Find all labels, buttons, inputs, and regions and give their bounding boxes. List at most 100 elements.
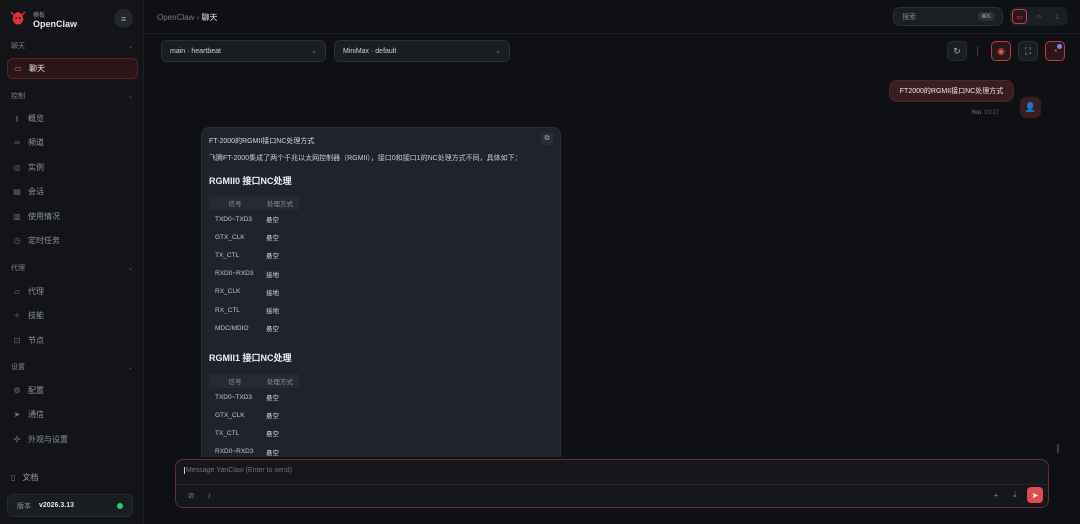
breadcrumb: OpenClaw › 聊天 bbox=[157, 13, 218, 22]
bar-chart-icon: ▥ bbox=[13, 212, 21, 221]
sidebar-collapse-button[interactable]: ≡ bbox=[114, 9, 133, 28]
link-icon: ∞ bbox=[14, 138, 20, 147]
palette-icon: ✣ bbox=[13, 435, 21, 444]
menu-icon: ≡ bbox=[120, 13, 127, 24]
table-row: TXD0~TXD3 悬空 bbox=[215, 215, 279, 225]
section-agents[interactable]: 代理 ⌄ bbox=[11, 262, 133, 274]
chevron-down-icon: ⌄ bbox=[127, 265, 133, 272]
assistant-intro: 飞腾FT-2000集成了两个千兆以太网控制器（RGMII），接口0和接口1的NC… bbox=[209, 155, 522, 162]
send-icon: ➤ bbox=[13, 410, 21, 419]
moon-icon[interactable]: ☾ bbox=[1051, 9, 1066, 24]
docs-link[interactable]: ▯ 文档 bbox=[11, 472, 38, 483]
lobster-logo-icon bbox=[10, 11, 26, 25]
monitor-icon[interactable]: ▭ bbox=[1012, 9, 1028, 24]
download-icon[interactable]: ⤓ bbox=[1009, 489, 1021, 501]
sidebar-item-usage[interactable]: ▥ 使用情况 bbox=[7, 206, 138, 227]
sidebar: 模板 OpenClaw ≡ 聊天 ⌄ ▭ 聊天 控制 ⌄ ⫾ 概览 ∞ 频道 ◎ 实例 ▤… bbox=[0, 0, 144, 524]
clock-icon: ◷ bbox=[13, 236, 21, 245]
topbar: OpenClaw › 聊天 搜索 ⌘K ▭ ☼ ☾ bbox=[144, 0, 1080, 34]
user-avatar: 👤 bbox=[1020, 97, 1041, 118]
sidebar-item-appearance[interactable]: ✣ 外观与设置 bbox=[7, 429, 138, 450]
document-icon: ▤ bbox=[13, 187, 21, 196]
message-composer[interactable]: Message YanClaw (Enter to send) ⊘ ♪ + ⤓ … bbox=[175, 459, 1049, 508]
table-header: 信号 处理方式 bbox=[209, 374, 299, 388]
radio-icon: ◎ bbox=[13, 163, 21, 172]
sidebar-item-instances[interactable]: ◎ 实例 bbox=[7, 157, 138, 178]
table-row: GTX_CLK 悬空 bbox=[215, 411, 279, 421]
message-input[interactable]: Message YanClaw (Enter to send) bbox=[184, 467, 292, 474]
table-row: MDC/MDIO 悬空 bbox=[215, 324, 279, 334]
notification-dot bbox=[1057, 44, 1062, 49]
section-heading: RGMII0 接口NC处理 bbox=[209, 176, 292, 186]
brand[interactable]: 模板 OpenClaw bbox=[9, 8, 77, 30]
status-dot bbox=[117, 502, 123, 509]
brand-subtitle: 模板 bbox=[33, 12, 46, 19]
mic-icon[interactable]: ♪ bbox=[203, 489, 215, 501]
chevron-down-icon: ⌄ bbox=[127, 364, 133, 371]
attach-icon[interactable]: ⊘ bbox=[185, 489, 197, 501]
assistant-message-title: FT-2000的RGMII接口NC处理方式 bbox=[209, 138, 315, 145]
chevron-down-icon: ⌄ bbox=[311, 48, 317, 55]
table-row: TXD0~TXD3 悬空 bbox=[215, 393, 279, 403]
search-input[interactable]: 搜索 ⌘K bbox=[893, 7, 1003, 26]
version-info: 版本 v2026.3.13 bbox=[7, 494, 133, 517]
scrollbar[interactable] bbox=[1057, 444, 1059, 453]
copy-icon: ⧉ bbox=[544, 135, 550, 142]
chevron-down-icon: ⌄ bbox=[127, 43, 133, 50]
sidebar-item-comms[interactable]: ➤ 通信 bbox=[7, 404, 138, 425]
send-icon: ➤ bbox=[1031, 490, 1039, 500]
sidebar-item-agents[interactable]: ▱ 代理 bbox=[7, 281, 138, 302]
table-row: TX_CTL 悬空 bbox=[215, 251, 279, 261]
focus-button[interactable]: ⛶ bbox=[1018, 41, 1038, 61]
rgmii1-table: 信号 处理方式 TXD0~TXD3 悬空 GTX_CLK 悬空 TX_CTL 悬空 R… bbox=[209, 374, 306, 457]
user-icon: 👤 bbox=[1024, 102, 1037, 112]
session-select[interactable]: main · heartbeat ⌄ bbox=[161, 40, 326, 62]
brain-icon: ◉ bbox=[997, 45, 1005, 56]
table-header: 信号 处理方式 bbox=[209, 196, 299, 210]
theme-switcher: ▭ ☼ ☾ bbox=[1010, 7, 1068, 26]
book-icon: ▯ bbox=[11, 473, 16, 482]
cron-status-button[interactable]: ◔ bbox=[1045, 41, 1065, 61]
assistant-message-card: ⧉ FT-2000的RGMII接口NC处理方式 飞腾FT-2000集成了两个千兆… bbox=[201, 127, 561, 457]
table-row: TX_CTL 悬空 bbox=[215, 429, 279, 439]
table-row: RXD0~RXD3 接地 bbox=[215, 270, 279, 279]
chevron-down-icon: ⌄ bbox=[495, 48, 501, 55]
refresh-button[interactable]: ↻ bbox=[947, 41, 967, 61]
sidebar-item-config[interactable]: ⚙ 配置 bbox=[7, 380, 138, 401]
user-message-meta: You 10:27 bbox=[971, 110, 1000, 116]
sun-icon[interactable]: ☼ bbox=[1031, 9, 1046, 24]
table-row: RX_CTL 接地 bbox=[215, 306, 279, 316]
table-row: GTX_CLK 悬空 bbox=[215, 233, 279, 243]
thinking-toggle-button[interactable]: ◉ bbox=[991, 41, 1011, 61]
plus-icon[interactable]: + bbox=[990, 489, 1002, 501]
refresh-icon: ↻ bbox=[953, 45, 961, 56]
sidebar-item-nodes[interactable]: ⊡ 节点 bbox=[7, 330, 138, 351]
brand-name: OpenClaw bbox=[33, 18, 78, 29]
sidebar-item-cron[interactable]: ◷ 定时任务 bbox=[7, 230, 138, 251]
chart-icon: ⫾ bbox=[15, 113, 19, 123]
model-select[interactable]: MiniMax · default ⌄ bbox=[334, 40, 510, 62]
section-control[interactable]: 控制 ⌄ bbox=[11, 90, 133, 102]
section-chat[interactable]: 聊天 ⌄ bbox=[11, 40, 133, 52]
user-message-bubble: FT2000的RGMII接口NC处理方式 bbox=[889, 80, 1014, 102]
sidebar-item-chat[interactable]: ▭ 聊天 bbox=[7, 58, 138, 79]
folder-icon: ▱ bbox=[13, 287, 21, 296]
focus-icon: ⛶ bbox=[1024, 45, 1032, 56]
sidebar-item-overview[interactable]: ⫾ 概览 bbox=[7, 108, 138, 129]
send-button[interactable]: ➤ bbox=[1027, 487, 1043, 503]
table-row: RX_CLK 接地 bbox=[215, 288, 279, 297]
shortcut-badge: ⌘K bbox=[977, 12, 994, 21]
copy-button[interactable]: ⧉ bbox=[541, 133, 553, 145]
node-icon: ⊡ bbox=[13, 336, 21, 345]
chevron-down-icon: ⌄ bbox=[127, 93, 133, 100]
sidebar-item-channels[interactable]: ∞ 频道 bbox=[7, 132, 138, 153]
sparkle-icon: ✧ bbox=[13, 311, 21, 320]
gear-icon: ⚙ bbox=[13, 386, 21, 395]
sidebar-item-skills[interactable]: ✧ 技能 bbox=[7, 305, 138, 326]
rgmii0-table: 信号 处理方式 TXD0~TXD3 悬空 GTX_CLK 悬空 TX_CTL 悬空 R… bbox=[209, 196, 306, 337]
section-heading: RGMII1 接口NC处理 bbox=[209, 353, 292, 363]
chat-icon: ▭ bbox=[14, 64, 22, 73]
sidebar-item-sessions[interactable]: ▤ 会话 bbox=[7, 181, 138, 202]
table-row: RXD0~RXD3 悬空 bbox=[215, 448, 279, 457]
section-settings[interactable]: 设置 ⌄ bbox=[11, 361, 133, 373]
